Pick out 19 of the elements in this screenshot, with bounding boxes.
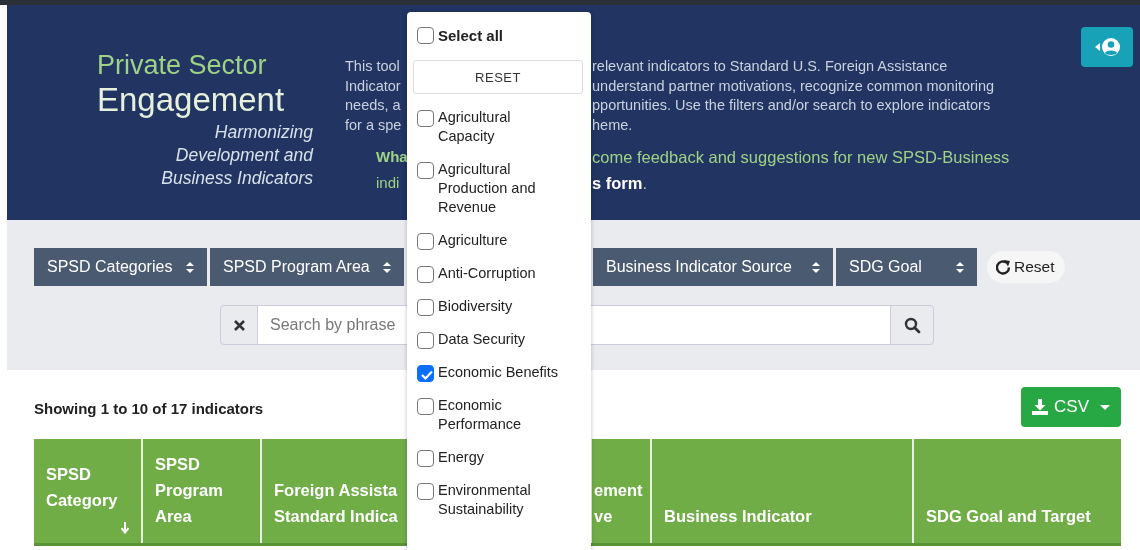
description-text: This tool Indicator needs, a for a spe <box>345 57 402 135</box>
site-subtitle: Harmonizing Development and Business Indicators <box>160 121 313 190</box>
results-summary: Showing 1 to 10 of 17 indicators <box>34 399 264 417</box>
feedback-text: come feedback and suggestions for new SPSD-Business s form. <box>592 147 1010 195</box>
option-label: Biodiversity <box>438 297 514 316</box>
option-label: Agricultural Production and Revenue <box>438 160 537 217</box>
option-label: Economic Benefits <box>438 363 560 382</box>
site-title: Private Sector <box>97 49 268 81</box>
option-label: Energy <box>438 448 485 467</box>
site-title: Engagement <box>97 81 286 119</box>
option-label: Environmental Sustainability <box>438 481 532 519</box>
option-label: Agricultural Capacity <box>438 108 512 146</box>
option-label: Select all <box>438 25 505 45</box>
feedback-text: Wha indi <box>376 147 408 194</box>
option-label: Anti-Corruption <box>438 264 537 283</box>
option-label: Economic Performance <box>438 396 522 434</box>
option-label: Agriculture <box>438 231 509 250</box>
option-label: Data Security <box>438 330 527 349</box>
description-text: relevant indicators to Standard U.S. Foreign Assistance understand partner motivations, recognize common monitoring pportunities. Use the filters and/or search to explore indicators heme. <box>592 57 995 135</box>
